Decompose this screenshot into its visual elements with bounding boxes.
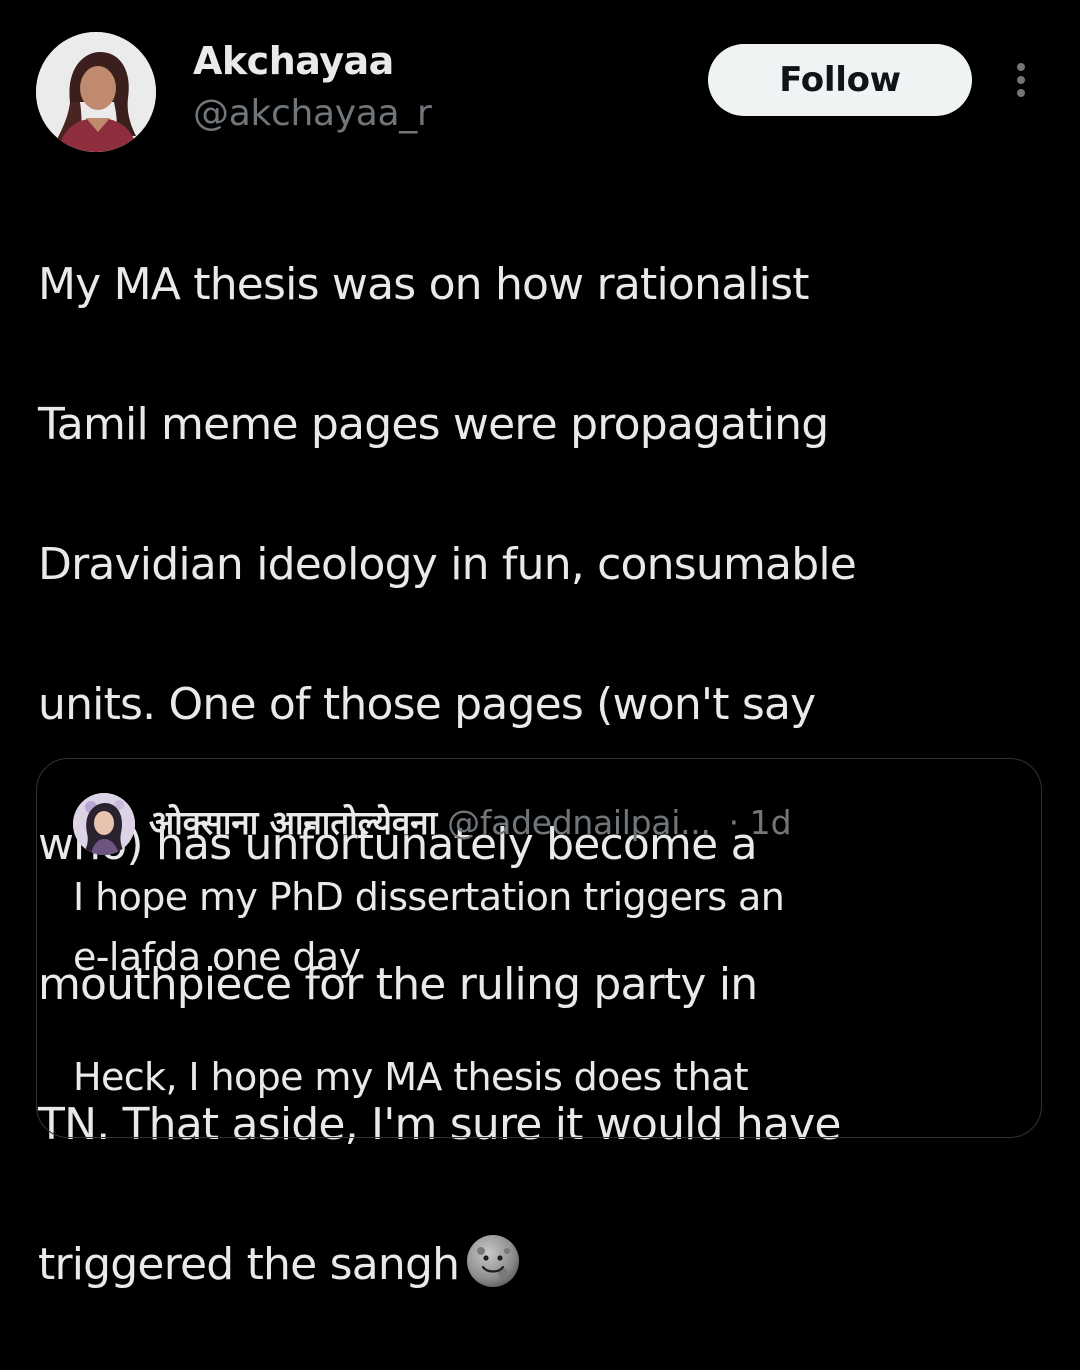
quoted-line: e-lafda one day <box>73 935 361 979</box>
tweet-line: Dravidian ideology in fun, consumable <box>38 539 857 590</box>
author-name[interactable]: Akchayaa <box>193 38 394 84</box>
quoted-line: Heck, I hope my MA thesis does that <box>73 1055 749 1099</box>
quoted-author-avatar[interactable] <box>73 793 135 855</box>
quoted-author-name[interactable]: ओक्साना आनातोल्येवना <box>149 803 437 842</box>
tweet-header: Akchayaa @akchayaa_r Follow <box>36 30 1044 154</box>
tweet-line: units. One of those pages (won't say <box>38 679 816 730</box>
quoted-text: I hope my PhD dissertation triggers an e… <box>73 867 1023 1107</box>
more-vertical-icon[interactable] <box>1006 58 1036 102</box>
quoted-meta: ओक्साना आनातोल्येवना @fadednailpai... · 1d <box>149 797 792 849</box>
quoted-tweet-card[interactable]: ओक्साना आनातोल्येवना @fadednailpai... · 1d… <box>36 758 1042 1138</box>
tweet-line: triggered the sangh <box>38 1239 460 1290</box>
tweet-last-line: triggered the sangh <box>38 1230 1048 1300</box>
quoted-line <box>73 987 1023 1047</box>
quoted-author-handle[interactable]: @fadednailpai... <box>447 803 711 842</box>
quoted-timestamp[interactable]: · 1d <box>729 803 792 842</box>
tweet-line: My MA thesis was on how rationalist <box>38 259 809 310</box>
tweet-line: Tamil meme pages were propagating <box>38 399 829 450</box>
author-handle[interactable]: @akchayaa_r <box>193 92 432 136</box>
quoted-line: I hope my PhD dissertation triggers an <box>73 875 785 919</box>
follow-button[interactable]: Follow <box>708 44 972 116</box>
author-avatar[interactable] <box>36 32 156 152</box>
new-moon-face-emoji-icon <box>465 1233 521 1289</box>
